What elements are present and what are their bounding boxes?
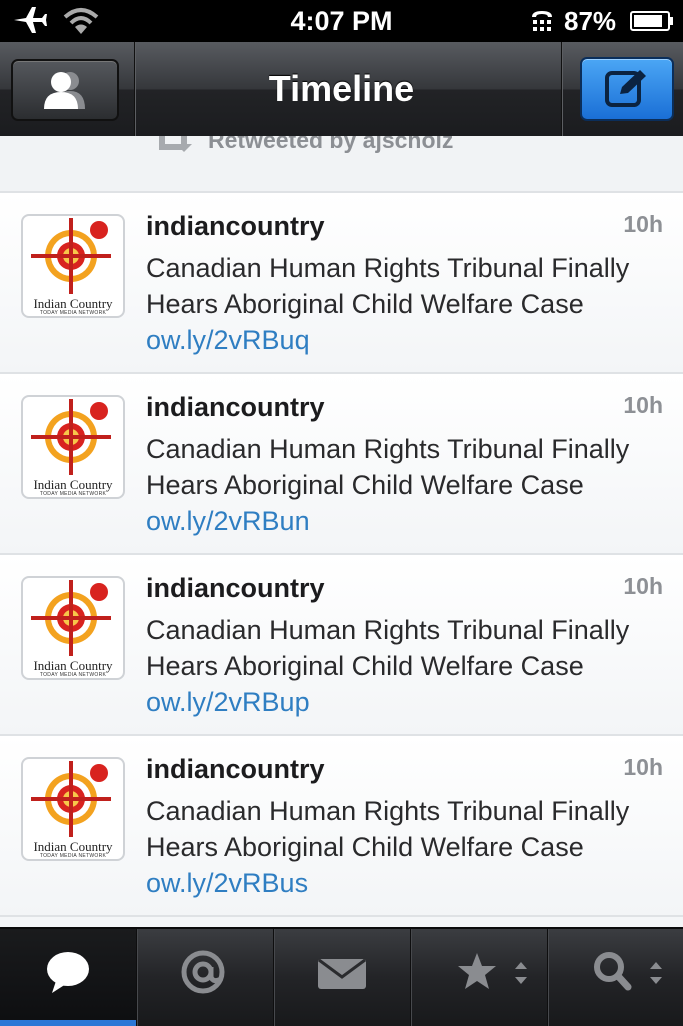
nav-bar: Timeline [0,42,683,137]
nav-separator [561,42,562,136]
at-sign-icon [181,950,225,994]
tweet-body: Canadian Human Rights Tribunal Finally H… [146,253,630,319]
avatar[interactable]: Indian Country TODAY MEDIA NETWORK [21,214,125,318]
tweet-text: Canadian Human Rights Tribunal Finally H… [146,250,671,358]
battery-icon [630,11,673,31]
avatar[interactable]: Indian Country TODAY MEDIA NETWORK [21,757,125,861]
retweet-indicator: Retweeted by ajscholz [0,136,683,193]
tab-favorites[interactable] [411,929,548,1026]
compose-button[interactable] [580,57,674,121]
envelope-icon [318,958,366,989]
indian-country-logo-icon [31,580,111,656]
tweet-body: Canadian Human Rights Tribunal Finally H… [146,434,630,500]
tweet-row[interactable]: Indian Country TODAY MEDIA NETWORK india… [0,193,683,374]
tab-search[interactable] [548,929,683,1026]
indian-country-logo-icon [31,399,111,475]
tweet-text: Canadian Human Rights Tribunal Finally H… [146,431,671,539]
tweet-time: 10h [623,754,663,780]
tweet-text: Canadian Human Rights Tribunal Finally H… [146,793,671,901]
tab-timeline[interactable] [0,929,137,1026]
tweet-row[interactable]: Indian Country TODAY MEDIA NETWORK india… [0,736,683,917]
tweet-username[interactable]: indiancountry [146,392,325,423]
tweet-time: 10h [623,573,663,599]
tweet-text: Canadian Human Rights Tribunal Finally H… [146,612,671,720]
logo-subtitle: TODAY MEDIA NETWORK [39,672,107,678]
sync-icon [532,11,552,31]
status-bar: 4:07 PM 87% [0,0,683,42]
tweet-row[interactable]: Indian Country TODAY MEDIA NETWORK india… [0,374,683,555]
avatar[interactable]: Indian Country TODAY MEDIA NETWORK [21,576,125,680]
logo-subtitle: TODAY MEDIA NETWORK [39,491,107,497]
tweet-link[interactable]: ow.ly/2vRBus [146,868,308,898]
retweet-icon [159,136,192,152]
tweet-body: Canadian Human Rights Tribunal Finally H… [146,796,630,862]
tweet-username[interactable]: indiancountry [146,754,325,785]
star-icon [458,953,527,989]
tweet-username[interactable]: indiancountry [146,573,325,604]
indian-country-logo-icon [31,218,111,294]
tweet-body: Canadian Human Rights Tribunal Finally H… [146,615,630,681]
active-tab-indicator [0,1020,136,1026]
speech-bubble-icon [47,952,89,993]
tweet-time: 10h [623,392,663,418]
retweet-text: Retweeted by ajscholz [208,136,454,153]
tab-messages[interactable] [274,929,411,1026]
tweet-link[interactable]: ow.ly/2vRBuq [146,325,310,355]
compose-icon [605,70,646,107]
tab-bar [0,927,683,1026]
logo-subtitle: TODAY MEDIA NETWORK [39,853,107,859]
tweet-time: 10h [623,211,663,237]
tweet-row[interactable]: Indian Country TODAY MEDIA NETWORK india… [0,555,683,736]
tweet-link[interactable]: ow.ly/2vRBup [146,687,310,717]
indian-country-logo-icon [31,761,111,837]
logo-subtitle: TODAY MEDIA NETWORK [39,310,107,316]
avatar[interactable]: Indian Country TODAY MEDIA NETWORK [21,395,125,499]
tweet-link[interactable]: ow.ly/2vRBun [146,506,310,536]
battery-percent: 87% [564,6,617,36]
tweet-username[interactable]: indiancountry [146,211,325,242]
search-icon [594,952,662,991]
tab-mentions[interactable] [137,929,274,1026]
